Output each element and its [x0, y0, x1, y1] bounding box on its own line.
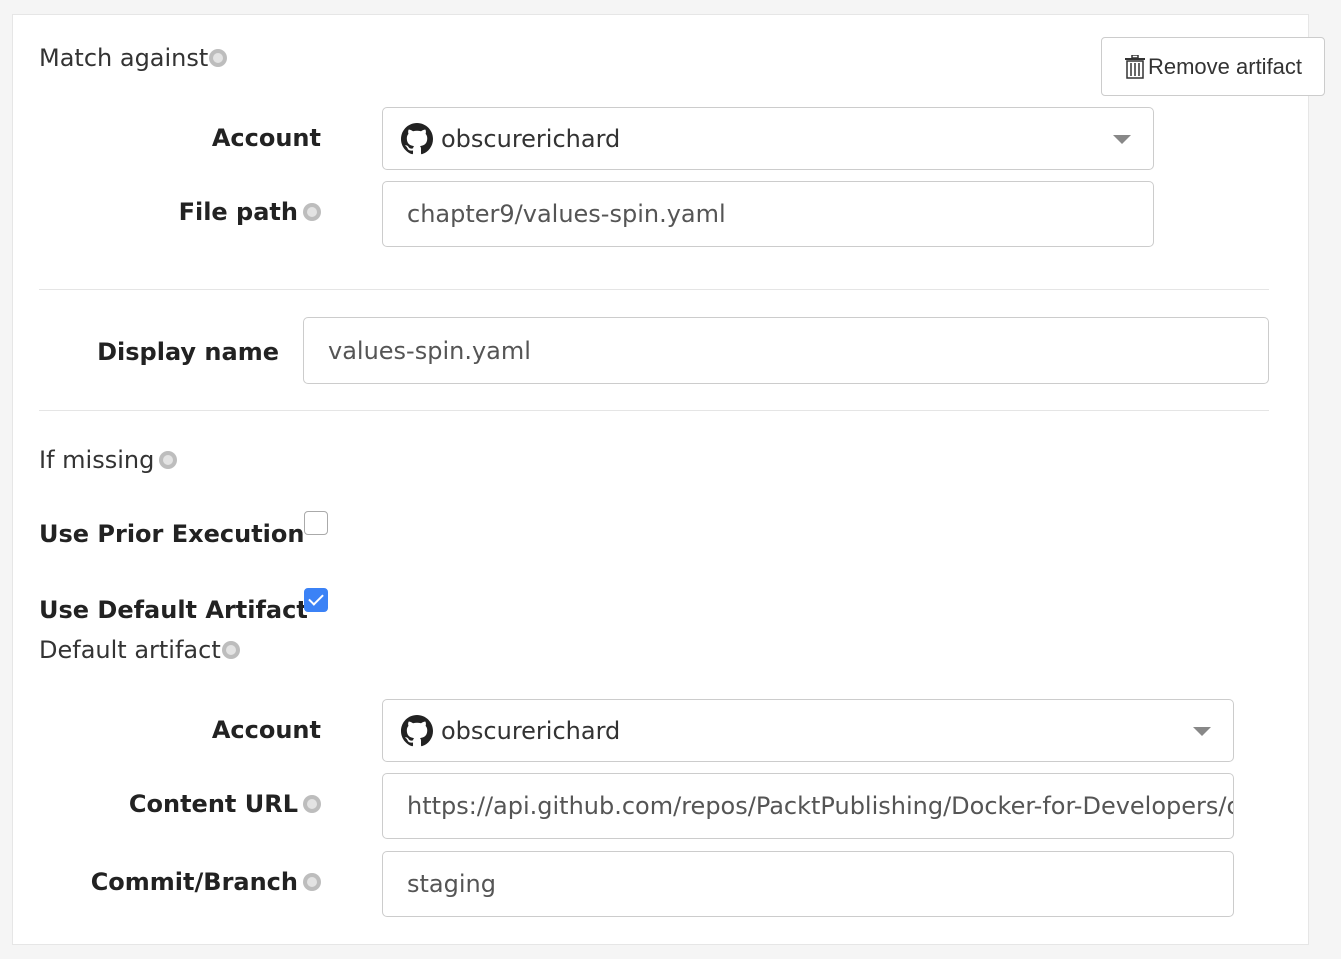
help-icon[interactable]: [209, 49, 228, 67]
use-default-artifact-text: Use Default Artifact: [39, 596, 308, 624]
file-path-label: File path: [73, 195, 321, 229]
file-path-label-text: File path: [178, 198, 298, 226]
help-icon[interactable]: [303, 873, 321, 891]
chevron-down-icon: [1113, 134, 1131, 144]
default-account-select[interactable]: obscurerichard: [382, 699, 1234, 762]
chevron-down-icon: [1193, 726, 1211, 736]
trash-icon: [1124, 54, 1145, 79]
default-account-value: obscurerichard: [441, 716, 621, 745]
file-path-value: chapter9/values-spin.yaml: [407, 200, 726, 228]
if-missing-title: If missing: [39, 446, 155, 474]
artifact-panel: Match against Remove artifact Account ob…: [12, 14, 1325, 945]
match-against-title: Match against: [39, 44, 209, 72]
account-select[interactable]: obscurerichard: [382, 107, 1154, 170]
use-default-artifact-checkbox[interactable]: [304, 588, 328, 612]
help-icon[interactable]: [303, 203, 321, 221]
use-default-artifact-label: Use Default Artifact: [39, 593, 308, 627]
account-value: obscurerichard: [441, 124, 621, 153]
divider: [39, 289, 1269, 290]
content-url-label-text: Content URL: [128, 790, 298, 818]
content-url-input[interactable]: https://api.github.com/repos/PacktPublis…: [382, 773, 1234, 839]
default-account-label-text: Account: [211, 716, 321, 744]
github-icon: [401, 714, 433, 746]
help-icon[interactable]: [221, 641, 240, 659]
remove-artifact-label: Remove artifact: [1147, 53, 1303, 79]
help-icon[interactable]: [159, 451, 178, 469]
file-path-input[interactable]: chapter9/values-spin.yaml: [382, 181, 1154, 247]
remove-artifact-button[interactable]: Remove artifact: [1101, 37, 1325, 96]
display-name-label-text: Display name: [97, 338, 279, 366]
divider: [39, 410, 1269, 411]
use-prior-execution-checkbox[interactable]: [304, 511, 328, 535]
display-name-value: values-spin.yaml: [328, 336, 531, 365]
github-icon: [401, 122, 433, 154]
default-artifact-heading: Default artifact: [39, 633, 240, 667]
commit-branch-input[interactable]: staging: [382, 851, 1234, 917]
use-prior-execution-text: Use Prior Execution: [39, 520, 305, 548]
default-account-label: Account: [73, 713, 321, 747]
commit-branch-label-text: Commit/Branch: [90, 868, 298, 896]
use-prior-execution-label: Use Prior Execution: [39, 517, 304, 551]
account-label-text: Account: [211, 124, 321, 152]
if-missing-heading: If missing: [39, 443, 178, 477]
default-artifact-title: Default artifact: [39, 636, 221, 664]
commit-branch-label: Commit/Branch: [73, 865, 321, 899]
help-icon[interactable]: [303, 795, 321, 813]
display-name-input[interactable]: values-spin.yaml: [303, 317, 1269, 384]
account-label: Account: [73, 121, 321, 155]
content-url-value: https://api.github.com/repos/PacktPublis…: [407, 792, 1234, 820]
commit-branch-value: staging: [407, 870, 496, 898]
content-url-label: Content URL: [73, 787, 321, 821]
match-against-heading: Match against: [39, 41, 228, 75]
display-name-label: Display name: [39, 335, 279, 369]
